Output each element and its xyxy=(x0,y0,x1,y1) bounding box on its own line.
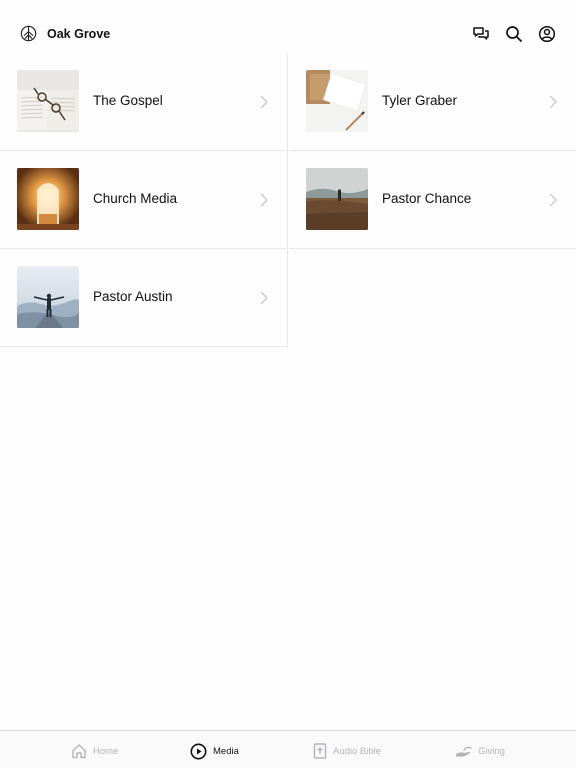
app-title: Oak Grove xyxy=(47,26,111,41)
chat-bubbles-icon xyxy=(473,27,489,40)
tab-media[interactable]: Media xyxy=(190,741,239,761)
chevron-right-icon xyxy=(260,95,268,109)
giving-hand-icon xyxy=(456,746,472,757)
tab-giving[interactable]: Giving xyxy=(455,741,505,761)
header: Oak Grove xyxy=(0,0,576,56)
collection-label: Pastor Austin xyxy=(93,289,173,304)
chevron-right-icon xyxy=(549,193,557,207)
profile-button[interactable] xyxy=(537,24,557,44)
brand[interactable]: Oak Grove xyxy=(20,25,110,42)
collection-label: The Gospel xyxy=(93,93,163,108)
home-icon xyxy=(72,744,86,759)
tab-label: Home xyxy=(93,745,119,757)
collection-pastor-austin[interactable]: Pastor Austin xyxy=(0,249,288,347)
pastor-austin-thumbnail xyxy=(17,266,79,328)
messages-button[interactable] xyxy=(471,24,491,44)
tree-logo-icon xyxy=(20,25,37,42)
collection-label: Pastor Chance xyxy=(382,191,472,206)
church-media-thumbnail xyxy=(17,168,79,230)
collection-the-gospel[interactable]: The Gospel xyxy=(0,53,288,151)
tyler-graber-thumbnail xyxy=(306,70,368,132)
pastor-chance-thumbnail xyxy=(306,168,368,230)
collection-label: Church Media xyxy=(93,191,178,206)
collection-pastor-chance[interactable]: Pastor Chance xyxy=(289,151,576,249)
play-circle-icon xyxy=(190,743,207,759)
profile-icon xyxy=(538,25,556,43)
tab-home[interactable]: Home xyxy=(71,741,118,761)
tab-audio-bible[interactable]: Audio Bible xyxy=(313,741,381,761)
search-icon xyxy=(506,26,522,42)
bottom-tab-bar: Home Media Audio Bible Giving xyxy=(0,730,576,768)
chevron-right-icon xyxy=(260,193,268,207)
tab-label: Media xyxy=(213,745,239,757)
bible-icon xyxy=(313,743,327,759)
collection-label: Tyler Graber xyxy=(382,93,458,108)
collection-church-media[interactable]: Church Media xyxy=(0,151,288,249)
the-gospel-thumbnail xyxy=(17,70,79,132)
chevron-right-icon xyxy=(260,291,268,305)
chevron-right-icon xyxy=(549,95,557,109)
tab-label: Giving xyxy=(478,745,505,757)
search-button[interactable] xyxy=(504,24,524,44)
tab-label: Audio Bible xyxy=(333,745,382,757)
app: Oak Grove The Gospel Tyler Graber Church… xyxy=(0,0,576,768)
collection-tyler-graber[interactable]: Tyler Graber xyxy=(289,53,576,151)
